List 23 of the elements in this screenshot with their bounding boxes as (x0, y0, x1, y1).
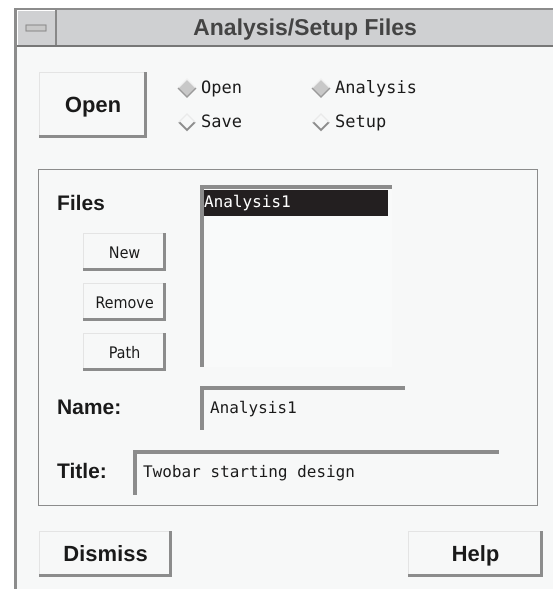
help-button[interactable]: Help (408, 531, 543, 577)
radio-button[interactable] (311, 78, 331, 98)
name-label: Name: (57, 396, 122, 420)
dismiss-button[interactable]: Dismiss (39, 531, 172, 577)
file-list[interactable]: Analysis1 (200, 185, 392, 367)
remove-button[interactable]: Remove (83, 283, 166, 321)
path-button[interactable]: Path (83, 333, 166, 371)
title-label: Title: (57, 460, 107, 484)
radio-button[interactable] (177, 112, 197, 132)
window-title: Analysis/Setup Files (192, 13, 418, 42)
radio-button[interactable] (311, 112, 331, 132)
title-field[interactable]: Twobar starting design (133, 450, 499, 495)
files-label: Files (57, 192, 105, 216)
new-button[interactable]: New (83, 233, 166, 271)
radio-label: Analysis (335, 78, 417, 98)
open-button[interactable]: Open (39, 72, 147, 138)
radio-label: Setup (335, 112, 386, 132)
radio-label: Open (201, 78, 242, 98)
window-menu-icon[interactable] (25, 24, 47, 32)
list-item[interactable]: Analysis1 (204, 190, 388, 216)
name-field[interactable]: Analysis1 (200, 386, 405, 430)
radio-label: Save (201, 112, 242, 132)
radio-button[interactable] (177, 78, 197, 98)
